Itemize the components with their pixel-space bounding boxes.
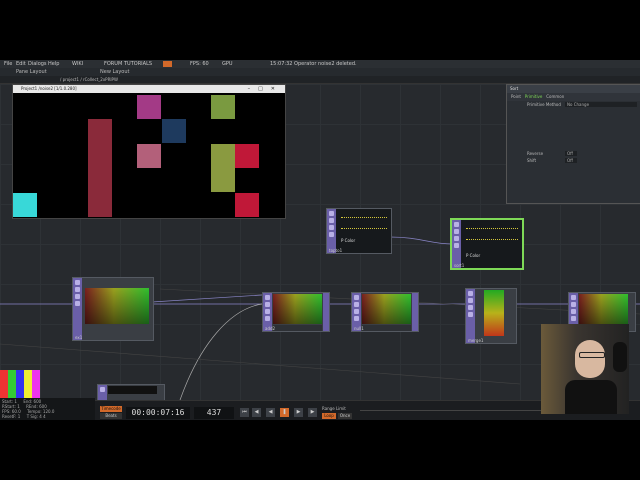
wire-ex-add [151,294,263,303]
node-sort1[interactable]: P Color sort1 [450,218,524,270]
preview-window[interactable]: Project1 /noise2 [1/1.0.280] –□✕ [12,84,286,219]
link-wiki[interactable]: WIKI [72,60,83,68]
headphones-icon [613,342,627,372]
node-sort1-chan: P Color [466,253,481,258]
network-path[interactable]: / project1 / rCollect_2xPRIPW [60,76,118,83]
step-forward-icon[interactable]: ▶ [308,408,317,417]
node-bottom-preview [108,386,157,394]
node-merge1-label: merge1 [468,338,484,343]
timecode-field[interactable]: 00:00:07:16 [126,407,190,419]
disabled-params [507,108,640,150]
node-topto1-label: topto1 [329,248,343,253]
timecode-toggle[interactable]: Timecode [100,406,122,412]
shirt [565,380,617,414]
tab-point[interactable]: Point [511,94,521,99]
node-add2[interactable]: add2 [262,292,330,332]
node-add2-label: add2 [265,326,276,331]
node-ex1[interactable]: ex1 [72,277,154,341]
menu-dialogs[interactable]: Dialogs [28,60,47,68]
range-limit-label: Range Limit [322,406,346,411]
node-null1-label: null1 [354,326,364,331]
pink-square [137,144,161,168]
panel-title: Sort [507,85,640,93]
shift-toggle[interactable]: Off [565,158,577,163]
node-null1[interactable]: null1 [351,292,419,332]
tab-common[interactable]: Common [546,94,564,99]
webcam-overlay [541,324,629,414]
play-icon[interactable]: ▶ [294,408,303,417]
shift-label: Shift [527,158,537,163]
link-forum[interactable]: FORUM [104,60,122,68]
node-sort1-label: sort1 [454,263,465,268]
purple-square [137,95,161,119]
red-bar [88,119,112,217]
node-null1-preview [362,294,411,324]
color-palette[interactable] [0,370,40,398]
record-icon[interactable] [163,61,172,67]
node-right-preview [579,294,628,324]
preview-window-titlebar[interactable]: Project1 /noise2 [1/1.0.280] –□✕ [13,85,285,93]
parameter-panel: Sort Point Primitive Common Primitive Me… [506,84,640,204]
olive-bar [211,144,235,192]
cyan-square [13,193,37,217]
glasses-icon [579,352,605,358]
link-tutorials[interactable]: TUTORIALS [124,60,152,68]
face [575,340,605,378]
primitive-method-select[interactable]: No Change [565,102,637,107]
gpu-readout: GPU [222,61,233,67]
panel-tabs: Point Primitive Common [507,93,640,101]
stats-row-3: ResetF: 1 T Sig: 4 4 [2,414,46,419]
crimson-square-2 [235,193,259,217]
node-ex1-preview [85,288,149,324]
menu-edit[interactable]: Edit [16,60,26,68]
node-merge1[interactable]: merge1 [465,288,517,344]
node-topto1[interactable]: P Color topto1 [326,208,392,254]
menu-bar: File Edit Dialogs Help WIKI FORUM TUTORI… [0,60,640,68]
reverse-play-icon[interactable]: ◀ [266,408,275,417]
preview-canvas [13,93,285,218]
wire-copy-sort [389,236,453,245]
olive-square [211,95,235,119]
rewind-icon[interactable]: ⏮ [240,408,249,417]
fps-readout: FPS: 60 [190,61,209,67]
primitive-method-label: Primitive Method [527,102,561,107]
reverse-label: Reverse [527,151,544,156]
window-controls-icon[interactable]: –□✕ [248,85,283,93]
network-path-bar: / project1 / rCollect_2xPRIPW [0,76,640,84]
crimson-square [235,144,259,168]
pause-icon[interactable]: ❚ [280,408,289,417]
reverse-toggle[interactable]: Off [565,151,577,156]
node-merge1-preview [484,290,504,336]
node-ex1-label: ex1 [75,335,83,340]
tab-primitive[interactable]: Primitive [525,94,543,99]
frame-field[interactable]: 437 [194,407,234,419]
status-message: 15:07:32 Operator noise2 deleted. [270,61,357,67]
navy-square [162,119,186,143]
step-back-icon[interactable]: ◀ [252,408,261,417]
node-add2-preview [273,294,322,324]
wire-faint [0,343,521,385]
node-topto1-chan: P Color [341,238,356,243]
wire-bottom [179,303,263,400]
preview-window-title: Project1 /noise2 [1/1.0.280] [21,86,77,91]
layout-tabs: Pane Layout New Layout [0,68,640,76]
new-layout-tab[interactable]: New Layout [100,68,130,76]
beats-toggle[interactable]: Beats [100,413,122,419]
once-button[interactable]: Once [338,413,352,419]
menu-help[interactable]: Help [48,60,59,68]
time-settings: Start: 1 End: 600 RStart: 1 REnd: 600 FP… [0,398,95,420]
pane-layout-tab[interactable]: Pane Layout [16,68,47,76]
loop-button[interactable]: Loop [322,413,336,419]
menu-file[interactable]: File [4,60,12,68]
